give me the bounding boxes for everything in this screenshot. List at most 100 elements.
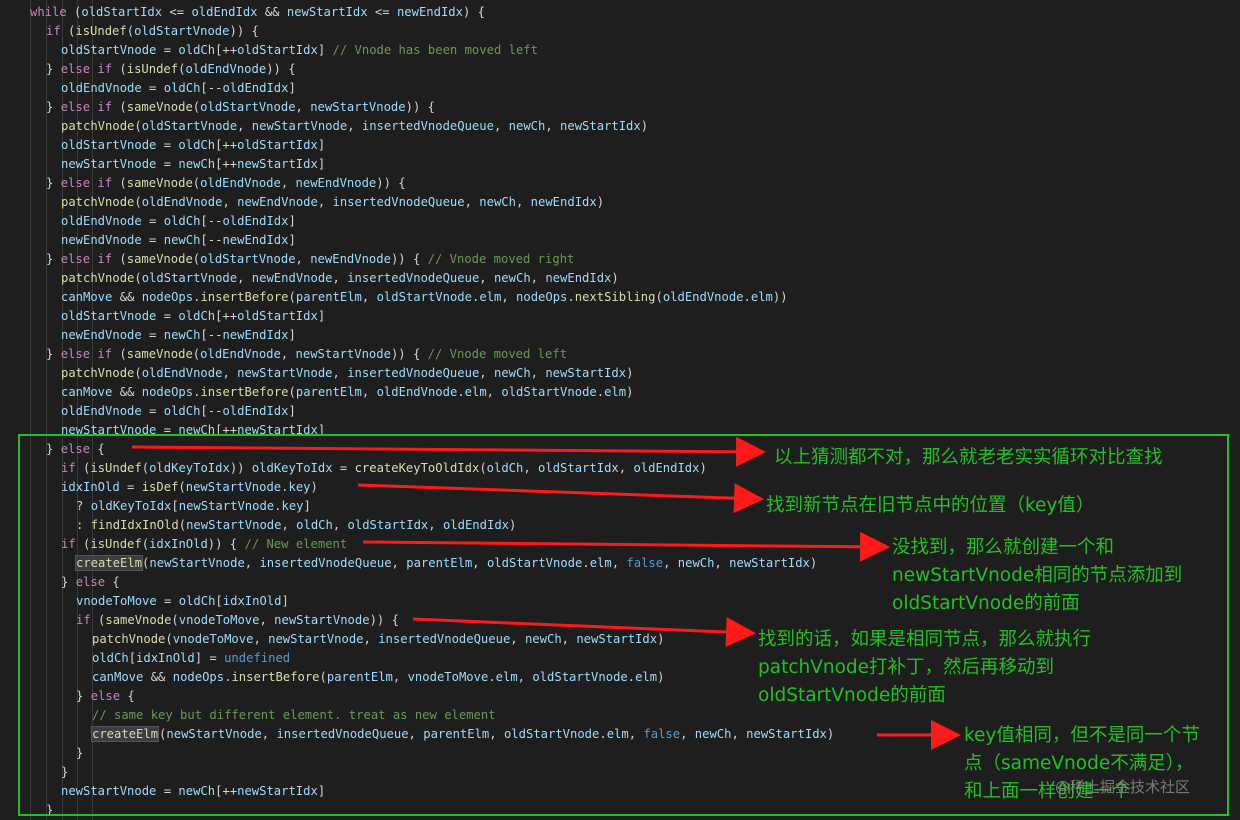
- code-line[interactable]: } else {: [46, 440, 105, 459]
- code-line[interactable]: oldCh[idxInOld] = undefined: [92, 649, 290, 668]
- code-token: =: [141, 404, 164, 418]
- code-line[interactable]: : findIdxInOld(newStartVnode, oldCh, old…: [76, 516, 516, 535]
- code-line[interactable]: createElm(newStartVnode, insertedVnodeQu…: [90, 725, 835, 744]
- code-token: idxInOld: [149, 537, 208, 551]
- code-line[interactable]: }: [76, 744, 83, 763]
- code-line[interactable]: } else {: [61, 573, 120, 592]
- code-line[interactable]: } else {: [76, 687, 135, 706]
- code-token: ]: [303, 499, 311, 513]
- code-line[interactable]: vnodeToMove = oldCh[idxInOld]: [76, 592, 289, 611]
- code-line[interactable]: patchVnode(oldEndVnode, newEndVnode, ins…: [61, 193, 604, 212]
- code-token: ]: [317, 157, 326, 171]
- code-line[interactable]: newEndVnode = newCh[--newEndIdx]: [61, 231, 296, 250]
- code-token: ]: [288, 214, 296, 228]
- code-token: =: [141, 214, 164, 228]
- code-token: newCh: [677, 556, 715, 570]
- code-token: ,: [530, 271, 546, 285]
- code-token: newStartVnode: [178, 499, 275, 513]
- code-token: [++: [215, 43, 238, 57]
- code-token: // Vnode moved left: [427, 347, 568, 361]
- code-token: isDef: [141, 480, 179, 494]
- code-line[interactable]: if (isUndef(oldStartVnode)) {: [46, 22, 259, 41]
- code-token: ): [826, 727, 835, 741]
- code-line[interactable]: if (isUndef(oldKeyToIdx)) oldKeyToIdx = …: [61, 459, 707, 478]
- code-token: =: [156, 138, 179, 152]
- code-line[interactable]: // same key but different element. treat…: [92, 706, 496, 725]
- code-line[interactable]: patchVnode(oldStartVnode, newStartVnode,…: [61, 117, 648, 136]
- code-line[interactable]: createElm(newStartVnode, insertedVnodeQu…: [74, 554, 817, 573]
- code-token: }: [46, 100, 61, 114]
- code-line[interactable]: } else if (sameVnode(oldEndVnode, newEnd…: [46, 174, 406, 193]
- code-token: .: [567, 290, 575, 304]
- code-token: else if: [60, 62, 113, 76]
- code-token: // Vnode has been moved left: [332, 43, 538, 57]
- code-line[interactable]: canMove && nodeOps.insertBefore(parentEl…: [61, 383, 633, 402]
- code-token: =: [156, 423, 179, 437]
- code-token: newStartVnode: [149, 556, 245, 570]
- code-line[interactable]: oldEndVnode = oldCh[--oldEndIdx]: [61, 402, 296, 421]
- code-token: elm: [589, 556, 612, 570]
- code-token: canMove: [61, 290, 113, 304]
- code-token: &&: [112, 385, 142, 399]
- code-line[interactable]: } else if (sameVnode(oldStartVnode, newS…: [46, 98, 435, 117]
- code-line[interactable]: } else if (sameVnode(oldEndVnode, newSta…: [46, 345, 567, 364]
- code-token: (: [134, 195, 142, 209]
- code-line[interactable]: oldStartVnode = oldCh[++oldStartIdx]: [61, 136, 325, 155]
- code-token: nodeOps: [141, 385, 194, 399]
- code-token: (: [112, 347, 127, 361]
- code-token: {: [105, 575, 120, 589]
- code-line[interactable]: }: [46, 801, 53, 820]
- code-token: oldCh: [296, 518, 333, 532]
- code-line[interactable]: patchVnode(oldStartVnode, newEndVnode, i…: [61, 269, 619, 288]
- code-token: [++: [215, 423, 238, 437]
- code-line[interactable]: oldStartVnode = oldCh[++oldStartIdx] // …: [61, 41, 538, 60]
- code-line[interactable]: if (isUndef(idxInOld)) { // New element: [61, 535, 347, 554]
- code-token: ,: [489, 727, 504, 741]
- annotation-note-4: 找到的话，如果是相同节点，那么就执行 patchVnode打补丁，然后再移动到 …: [758, 629, 1092, 706]
- code-line[interactable]: }: [61, 763, 68, 782]
- code-line[interactable]: canMove && nodeOps.insertBefore(parentEl…: [92, 668, 664, 687]
- code-line[interactable]: idxInOld = isDef(newStartVnode.key): [61, 478, 318, 497]
- code-token: if: [46, 24, 61, 38]
- code-token: parentElm: [423, 727, 490, 741]
- code-token: oldStartVnode: [532, 670, 628, 684]
- code-token: ,: [731, 727, 747, 741]
- code-token: createKeyToOldIdx: [354, 461, 480, 475]
- code-token: newEndVnode: [61, 328, 142, 342]
- code-token: ,: [237, 271, 252, 285]
- code-token: ]: [288, 81, 296, 95]
- code-token: (: [126, 24, 135, 38]
- code-line[interactable]: canMove && nodeOps.insertBefore(parentEl…: [61, 288, 788, 307]
- code-token: elm: [604, 385, 627, 399]
- code-token: else if: [60, 347, 113, 361]
- code-token: =: [156, 594, 179, 608]
- code-token: oldStartVnode: [503, 727, 600, 741]
- code-line[interactable]: patchVnode(oldEndVnode, newStartVnode, i…: [61, 364, 633, 383]
- code-line[interactable]: ? oldKeyToIdx[newStartVnode.key]: [76, 497, 311, 516]
- code-token: oldStartVnode: [501, 385, 597, 399]
- code-line[interactable]: if (sameVnode(vnodeToMove, newStartVnode…: [76, 611, 399, 630]
- code-line[interactable]: } else if (sameVnode(oldStartVnode, newE…: [46, 250, 574, 269]
- code-line[interactable]: oldEndVnode = oldCh[--oldEndIdx]: [61, 212, 296, 231]
- code-line[interactable]: newStartVnode = newCh[++newStartIdx]: [61, 155, 325, 174]
- code-token: ): [699, 461, 707, 475]
- code-token: ,: [628, 727, 644, 741]
- code-token: elm: [635, 670, 658, 684]
- code-token: findIdxInOld: [90, 518, 179, 532]
- code-token: newStartIdx: [545, 366, 627, 380]
- code-line[interactable]: } else if (isUndef(oldEndVnode)) {: [46, 60, 296, 79]
- code-token: parentElm: [326, 670, 393, 684]
- code-line[interactable]: while (oldStartIdx <= oldEndIdx && newSt…: [30, 3, 485, 22]
- code-line[interactable]: newStartVnode = newCh[++newStartIdx]: [61, 421, 325, 440]
- code-token: oldEndIdx: [633, 461, 700, 475]
- code-token: ,: [510, 632, 525, 646]
- code-line[interactable]: oldEndVnode = oldCh[--oldEndIdx]: [61, 79, 296, 98]
- annotation-note-1: 以上猜测都不对，那么就老老实实循环对比查找: [774, 447, 1163, 468]
- code-line[interactable]: newStartVnode = newCh[++newStartIdx]: [61, 782, 325, 801]
- code-line[interactable]: oldStartVnode = oldCh[++oldStartIdx]: [61, 307, 325, 326]
- code-token: ): [596, 195, 605, 209]
- code-line[interactable]: newEndVnode = newCh[--newEndIdx]: [61, 326, 296, 345]
- code-line[interactable]: patchVnode(vnodeToMove, newStartVnode, i…: [92, 630, 664, 649]
- code-token: .: [457, 385, 465, 399]
- code-token: // same key but different element. treat…: [92, 708, 496, 722]
